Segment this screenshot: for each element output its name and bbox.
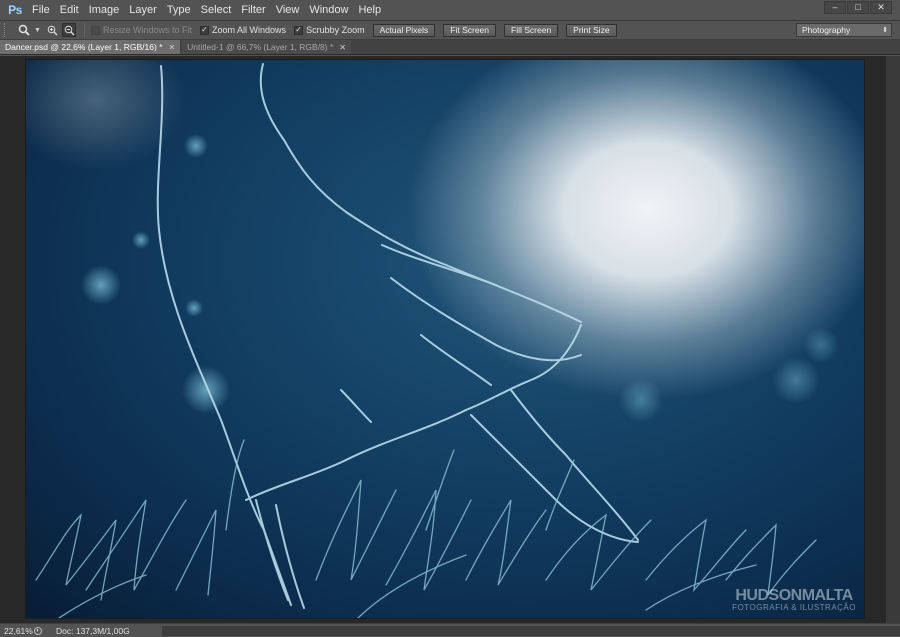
bokeh-light [803,327,839,363]
leg-contour-left [156,65,292,606]
menu-layer[interactable]: Layer [124,0,162,21]
bokeh-light [184,134,208,158]
status-bar: 22,61% ◐ Doc: 137,3M/1,00G ▶ [0,623,900,637]
menu-edit[interactable]: Edit [55,0,84,21]
fill-screen-button[interactable]: Fill Screen [504,23,559,37]
menu-filter[interactable]: Filter [236,0,270,21]
leg-contour-right [259,63,582,323]
menu-bar: Ps File Edit Image Layer Type Select Fil… [0,0,900,21]
vertical-scrollbar[interactable] [886,56,900,623]
tab-untitled[interactable]: Untitled-1 @ 66,7% (Layer 1, RGB/8) * ✕ [182,40,351,54]
tab-label: Untitled-1 @ 66,7% (Layer 1, RGB/8) * [187,42,334,52]
chevron-down-icon[interactable]: ▼ [34,27,42,34]
checkmark-icon: ✓ [294,25,304,35]
chevron-updown-icon: ⬍ [882,27,888,34]
watermark: HUDSONMALTA FOTOGRAFIA & ILUSTRAÇÃO [732,587,856,612]
info-icon[interactable]: ◐ [34,626,42,635]
menu-file[interactable]: File [27,0,55,21]
checkmark-icon: ✓ [200,25,210,35]
resize-windows-checkbox[interactable]: Resize Windows to Fit [91,25,192,35]
grass-strokes [35,439,817,618]
zoom-all-windows-label: Zoom All Windows [212,25,287,35]
zoom-icon[interactable] [12,22,36,38]
bokeh-light [132,231,150,249]
fabric-line [390,277,582,362]
workspace-value: Photography [802,25,851,35]
minimize-button[interactable]: – [824,1,846,14]
bokeh-light [81,265,121,305]
scrubby-zoom-checkbox[interactable]: ✓ Scrubby Zoom [294,25,365,35]
stroke [275,504,305,609]
document-tabs: Dancer.psd @ 22,6% (Layer 1, RGB/16) * ✕… [0,40,900,55]
resize-windows-label: Resize Windows to Fit [103,25,193,35]
zoom-level-field[interactable]: 22,61% [0,626,34,636]
bokeh-light [772,356,820,404]
menu-help[interactable]: Help [353,0,386,21]
options-grip[interactable] [4,23,8,37]
menu-view[interactable]: View [271,0,305,21]
fabric-line [381,244,497,286]
sketch-lines [35,63,839,618]
zoom-out-icon[interactable] [62,23,76,37]
scrubby-zoom-label: Scrubby Zoom [306,25,365,35]
shoe-toe [470,414,639,543]
zoom-in-icon[interactable] [45,23,59,37]
options-divider [84,23,85,37]
options-bar: ▼ Resize Windows to Fit ✓ Zoom All Windo… [0,21,900,40]
workspace-select[interactable]: Photography ⬍ [796,23,892,37]
menu-image[interactable]: Image [84,0,125,21]
bokeh-light [182,366,230,414]
zoom-all-windows-checkbox[interactable]: ✓ Zoom All Windows [200,25,286,35]
horizontal-scrollbar[interactable] [162,626,900,636]
menu-select[interactable]: Select [196,0,237,21]
fit-screen-button[interactable]: Fit Screen [443,23,497,37]
close-button[interactable]: ✕ [870,1,892,14]
menu-window[interactable]: Window [304,0,353,21]
shoe-sole [245,409,467,501]
bokeh-light [619,378,663,422]
close-icon[interactable]: ✕ [339,43,346,52]
bokeh-light [185,299,203,317]
canvas-area[interactable]: HUDSONMALTA FOTOGRAFIA & ILUSTRAÇÃO [0,56,900,623]
shoe-toe [510,389,639,541]
actual-pixels-button[interactable]: Actual Pixels [372,23,436,37]
watermark-subtitle: FOTOGRAFIA & ILUSTRAÇÃO [732,603,856,612]
window-controls: – □ ✕ [824,1,892,14]
tab-label: Dancer.psd @ 22,6% (Layer 1, RGB/16) * [5,42,163,52]
fabric-line [420,334,492,386]
artwork-image[interactable]: HUDSONMALTA FOTOGRAFIA & ILUSTRAÇÃO [26,60,864,618]
stroke [340,389,372,423]
close-icon[interactable]: ✕ [168,43,175,52]
menu-type[interactable]: Type [162,0,196,21]
print-size-button[interactable]: Print Size [566,23,617,37]
doc-size-info: Doc: 137,3M/1,00G [56,625,130,636]
tab-dancer[interactable]: Dancer.psd @ 22,6% (Layer 1, RGB/16) * ✕ [0,40,181,54]
photoshop-logo: Ps [8,3,22,17]
checkbox-box [91,25,100,35]
maximize-button[interactable]: □ [847,1,869,14]
